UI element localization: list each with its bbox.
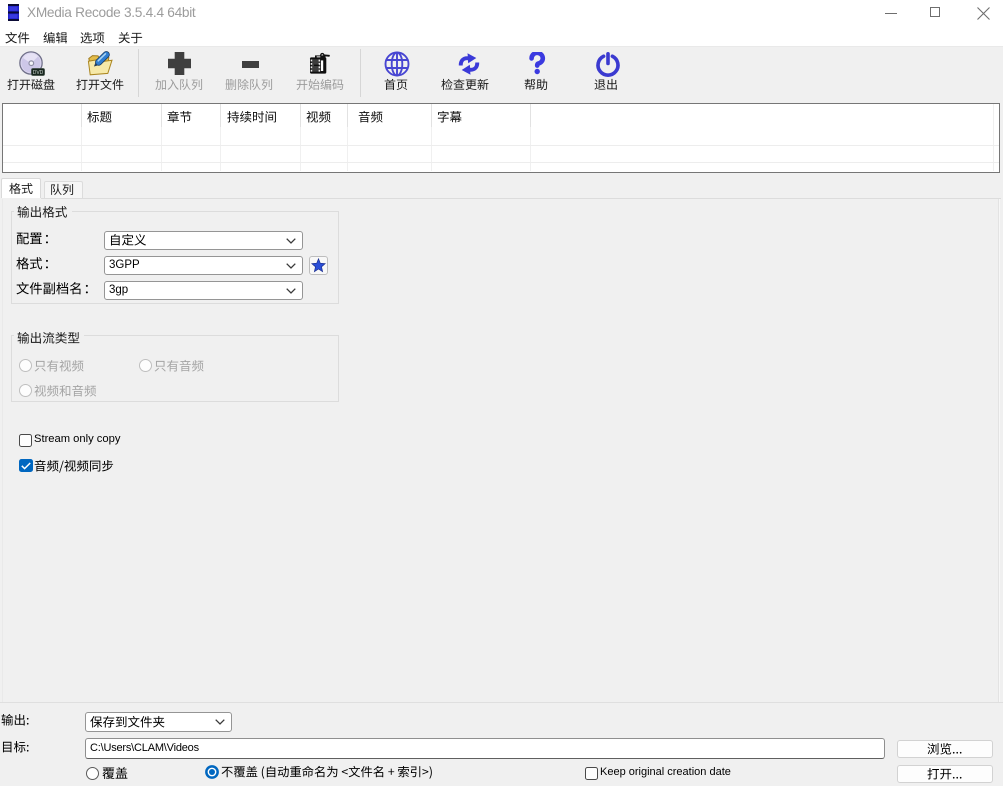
svg-text:DVD: DVD <box>33 70 44 76</box>
